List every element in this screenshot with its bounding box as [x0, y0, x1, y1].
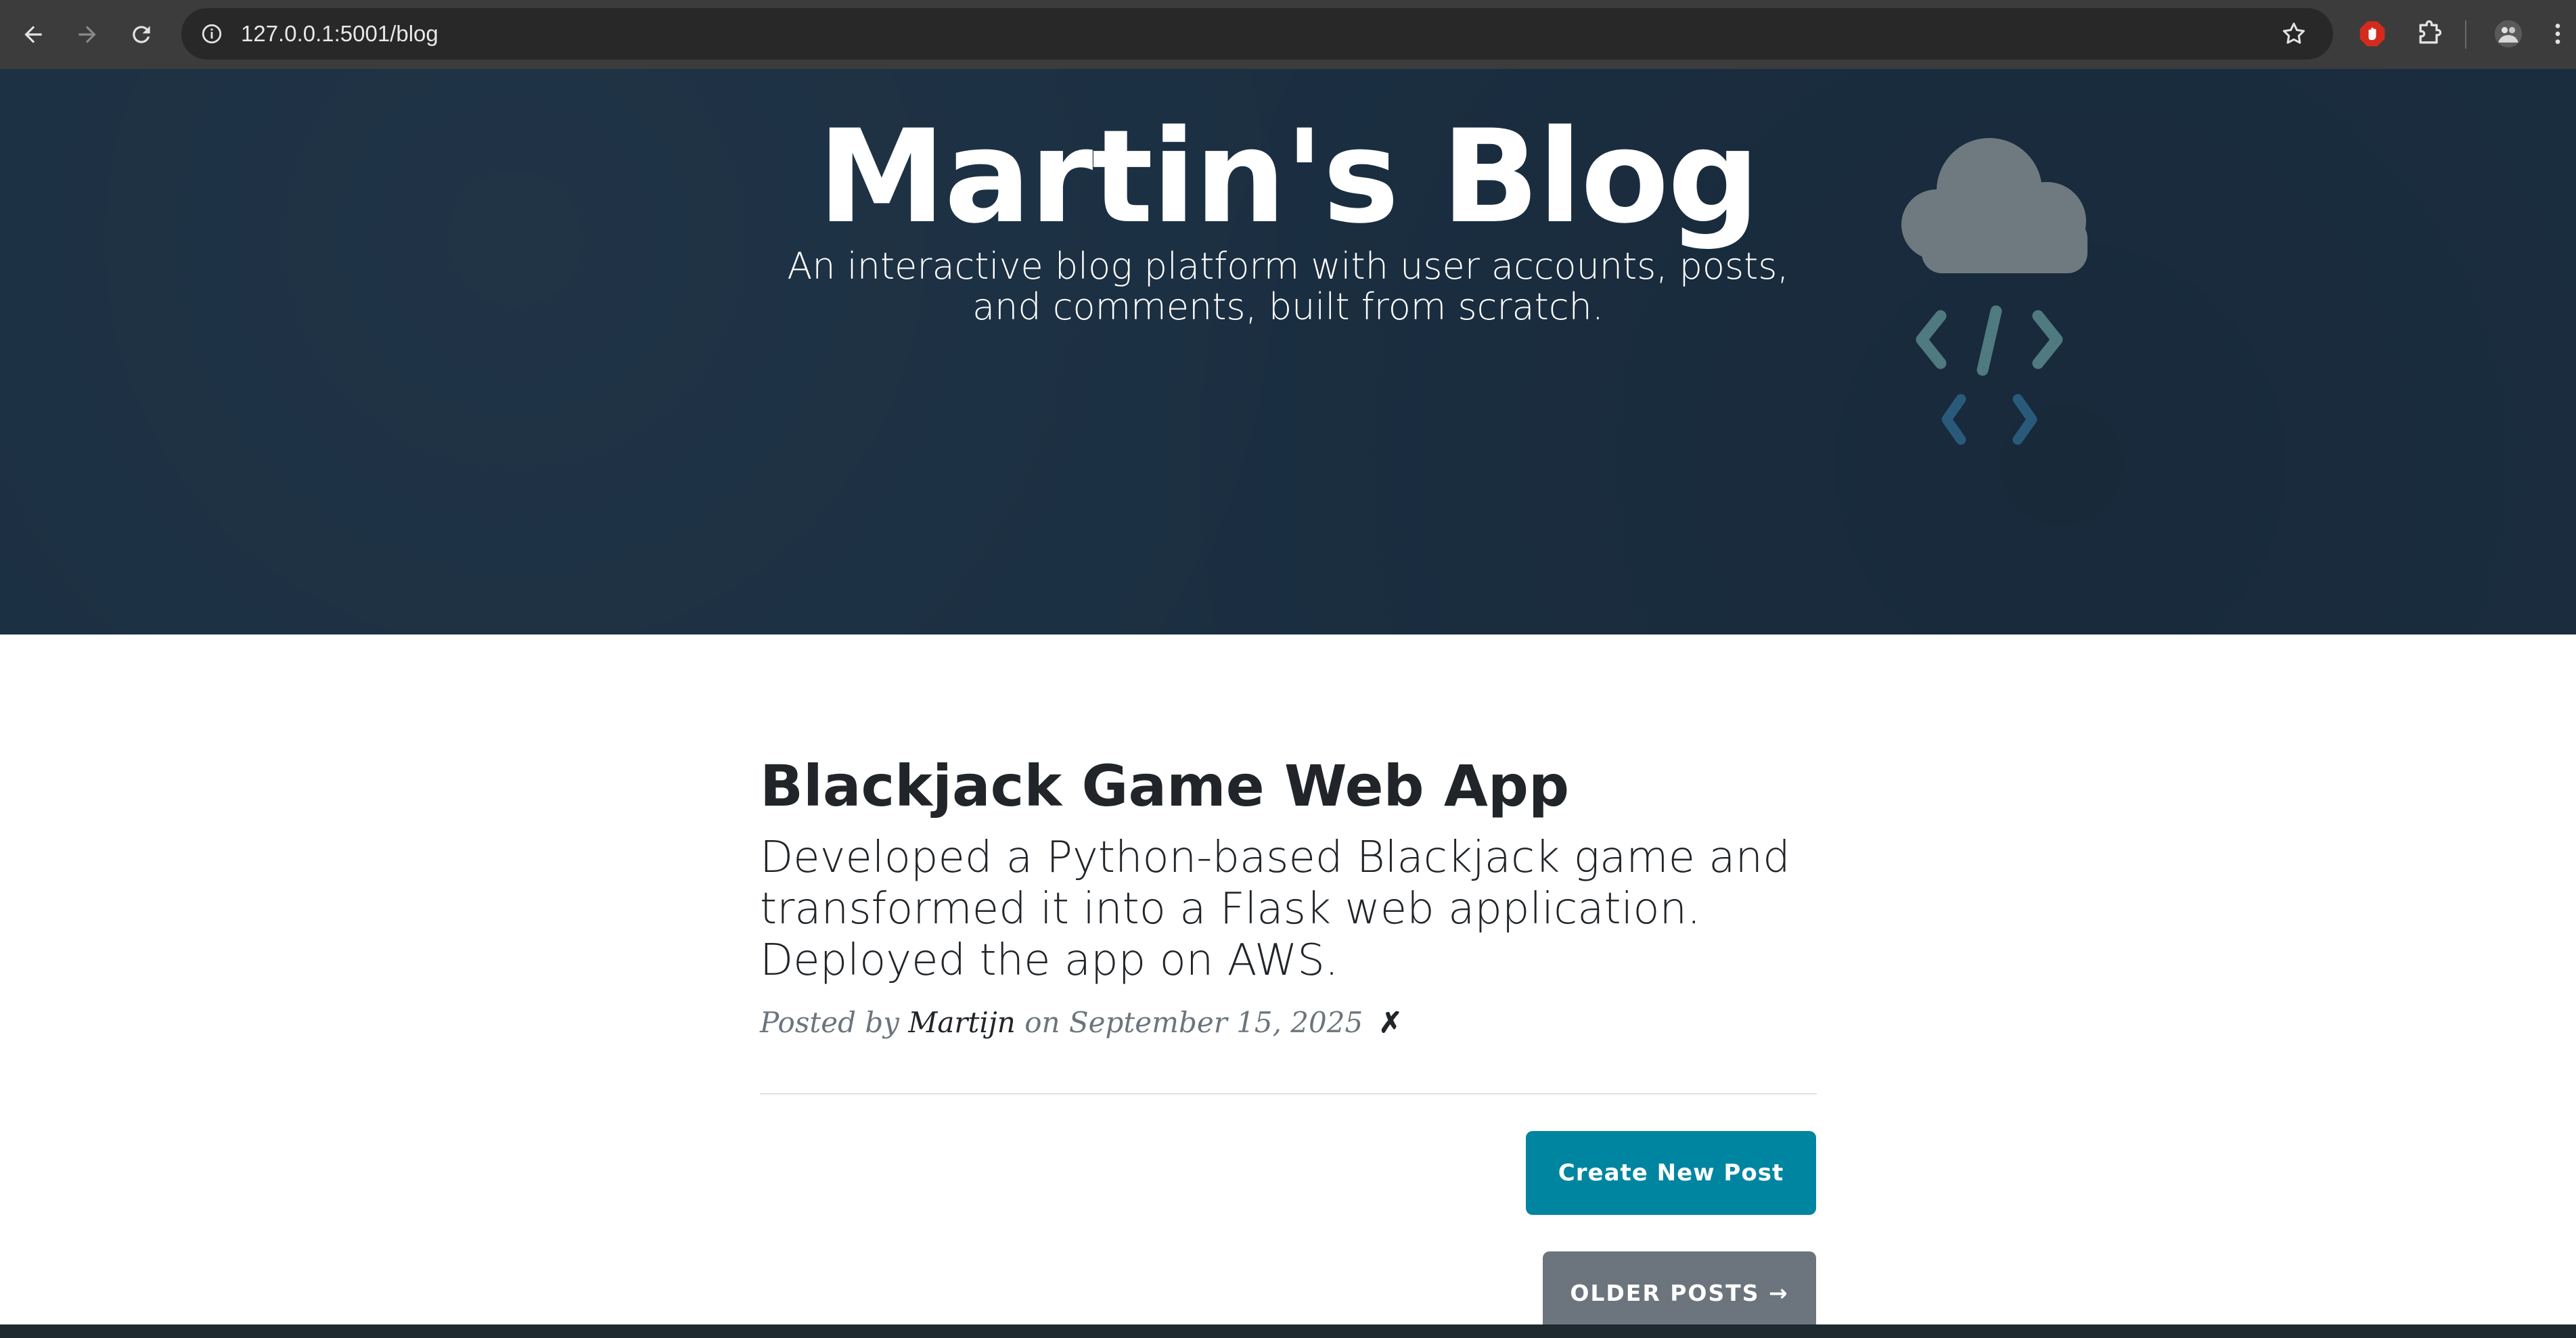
reload-icon [133, 26, 150, 43]
reload-button[interactable] [118, 11, 165, 58]
site-title: Martin's Blog [817, 102, 1759, 252]
back-arrow-icon [24, 26, 42, 43]
extensions-button[interactable] [2413, 15, 2445, 53]
post-title-link[interactable]: Blackjack Game Web App [760, 747, 1843, 825]
delete-post-icon[interactable]: ✗ [1379, 1006, 1403, 1039]
site-info-icon[interactable] [200, 22, 223, 45]
post-meta-prefix: Posted by [760, 1006, 909, 1039]
back-button[interactable] [9, 11, 57, 58]
post-meta: Posted by Martijn on September 15, 2025 … [760, 1002, 1815, 1043]
create-new-post-button[interactable]: Create New Post [1526, 1131, 1816, 1215]
post-divider [760, 1093, 1817, 1094]
page-header: Martin's Blog An interactive blog platfo… [0, 69, 2576, 635]
adblock-extension-button[interactable] [2356, 15, 2389, 53]
forward-arrow-icon [78, 26, 96, 43]
taskbar-edge [0, 1324, 2576, 1338]
profile-avatar-icon [2494, 20, 2523, 48]
address-bar[interactable]: 127.0.0.1:5001/blog [181, 8, 2333, 60]
profile-button[interactable] [2492, 15, 2525, 53]
bookmark-star-icon[interactable] [2280, 20, 2307, 47]
post-subtitle[interactable]: Developed a Python-based Blackjack game … [760, 832, 1815, 986]
post-meta-date: on September 15, 2025 [1015, 1006, 1363, 1039]
browser-toolbar: 127.0.0.1:5001/blog [0, 0, 2576, 69]
browser-menu-button[interactable] [2544, 15, 2571, 53]
adblock-extension-icon [2359, 21, 2385, 47]
url-text[interactable]: 127.0.0.1:5001/blog [241, 21, 438, 47]
site-subtitle: An interactive blog platform with user a… [787, 245, 1789, 328]
toolbar-separator [2465, 20, 2466, 49]
forward-button[interactable] [64, 11, 111, 58]
post-author-link[interactable]: Martijn [908, 1006, 1016, 1039]
extensions-puzzle-icon [2419, 20, 2442, 44]
cloud-code-logo-icon [1901, 138, 2087, 445]
kebab-menu-icon [2555, 24, 2560, 44]
